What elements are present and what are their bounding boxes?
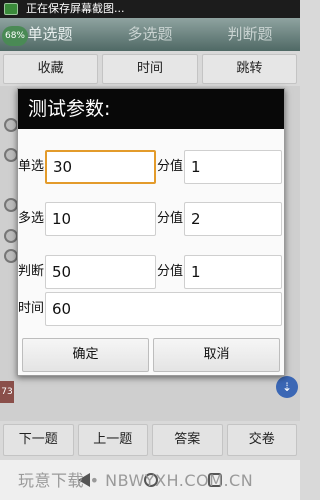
multiple-choice-score-input[interactable] [184, 202, 282, 236]
tab-true-false[interactable]: 判断题 [200, 18, 300, 51]
jump-button[interactable]: 跳转 [201, 54, 297, 84]
confirm-button[interactable]: 确定 [22, 338, 149, 372]
option-radio[interactable] [4, 148, 18, 162]
multiple-choice-row: 多选 分值 [18, 202, 284, 242]
score-label: 分值 [157, 211, 184, 226]
score-label: 分值 [157, 159, 184, 174]
status-text: 正在保存屏幕截图... [26, 2, 125, 15]
time-label: 时间 [18, 301, 45, 316]
status-bar: 正在保存屏幕截图... [0, 0, 300, 18]
single-choice-label: 单选 [18, 159, 45, 174]
single-choice-row: 单选 分值 [18, 150, 284, 190]
time-input[interactable] [45, 292, 282, 326]
cancel-button[interactable]: 取消 [153, 338, 280, 372]
option-radio[interactable] [4, 198, 18, 212]
time-button[interactable]: 时间 [102, 54, 198, 84]
screenshot-icon [4, 3, 18, 15]
true-false-row: 判断 分值 [18, 255, 284, 295]
multiple-choice-count-input[interactable] [45, 202, 156, 236]
watermark: 玩意下载 • NBWYXH.COM.CN [18, 471, 254, 490]
dialog-buttons: 确定 取消 [22, 338, 280, 372]
option-radio[interactable] [4, 118, 18, 132]
next-question-button[interactable]: 下一题 [3, 424, 74, 456]
battery-indicator: 68% [2, 26, 28, 46]
question-type-tabs: 单选题 多选题 判断题 [0, 18, 300, 51]
dialog-title: 测试参数: [18, 89, 284, 129]
favorite-button[interactable]: 收藏 [3, 54, 99, 84]
multiple-choice-label: 多选 [18, 211, 45, 226]
single-choice-count-input[interactable] [45, 150, 156, 184]
previous-question-button[interactable]: 上一题 [77, 424, 148, 456]
question-number-tab[interactable]: 73 [0, 381, 14, 403]
submit-exam-button[interactable]: 交卷 [226, 424, 297, 456]
toolbar: 收藏 时间 跳转 [0, 52, 300, 86]
true-false-label: 判断 [18, 264, 45, 279]
bottom-bar: 下一题 上一题 答案 交卷 [0, 422, 300, 458]
download-icon[interactable]: ⇣ [276, 376, 298, 398]
option-radio[interactable] [4, 249, 18, 263]
test-params-dialog: 测试参数: 单选 分值 多选 分值 判断 分值 时间 确定 取消 [17, 88, 285, 376]
score-label: 分值 [157, 264, 184, 279]
tab-multiple-choice[interactable]: 多选题 [100, 18, 200, 51]
time-row: 时间 [18, 292, 284, 332]
single-choice-score-input[interactable] [184, 150, 282, 184]
true-false-count-input[interactable] [45, 255, 156, 289]
answer-button[interactable]: 答案 [152, 424, 223, 456]
option-radio[interactable] [4, 229, 18, 243]
true-false-score-input[interactable] [184, 255, 282, 289]
